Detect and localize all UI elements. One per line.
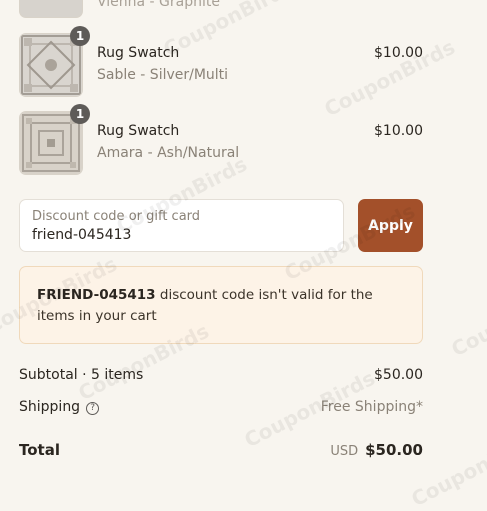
total-value: $50.00 [365,441,423,459]
product-thumbnail: 1 [19,26,90,97]
error-code: FRIEND-045413 [37,287,156,303]
watermark: CouponBirds [447,274,487,362]
cart-item: 1 Rug Swatch Amara - Ash/Natural $10.00 [19,104,423,175]
currency-label: USD [330,444,359,459]
discount-error-banner: FRIEND-045413 discount code isn't valid … [19,266,423,344]
shipping-row: Shipping? Free Shipping* [19,399,423,419]
discount-field-label: Discount code or gift card [32,209,201,224]
product-name: Rug Swatch [97,123,180,139]
product-variant: Sable - Silver/Multi [97,67,229,83]
discount-field-value[interactable]: friend-045413 [32,227,131,243]
help-icon[interactable]: ? [86,402,100,415]
total-label: Total [19,441,60,459]
apply-discount-button[interactable]: Apply [358,199,423,252]
cart-item: 1 Rug Swatch Sable - Silver/Multi $10.00 [19,26,423,97]
error-message: FRIEND-045413 discount code isn't valid … [37,285,407,327]
quantity-badge: 1 [70,26,90,46]
product-variant-cutoff: Vienna - Graphite [97,0,220,10]
shipping-label: Shipping [19,399,81,415]
subtotal-label: Subtotal · 5 items [19,367,144,383]
subtotal-value: $50.00 [374,367,423,383]
watermark: CouponBirds [407,424,487,511]
discount-code-field[interactable]: Discount code or gift card friend-045413 [19,199,344,252]
total-row: Total USD $50.00 [19,441,423,461]
product-price: $10.00 [374,45,423,61]
product-thumbnail-cutoff [19,0,83,18]
apply-button-label: Apply [368,218,413,234]
product-thumbnail: 1 [19,104,90,175]
subtotal-row: Subtotal · 5 items $50.00 [19,367,423,387]
quantity-badge: 1 [70,104,90,124]
product-variant: Amara - Ash/Natural [97,145,240,161]
shipping-value: Free Shipping* [320,399,423,415]
product-price: $10.00 [374,123,423,139]
product-name: Rug Swatch [97,45,180,61]
